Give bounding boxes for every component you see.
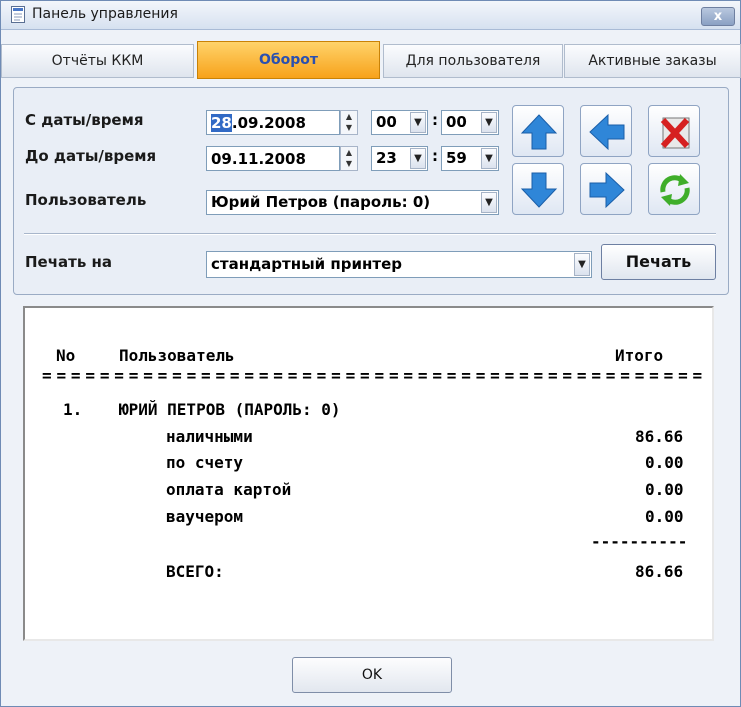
to-hour-value: 23: [376, 149, 397, 167]
to-minute-select[interactable]: 59 ▼: [441, 146, 499, 171]
to-minute-value: 59: [446, 149, 467, 167]
print-button[interactable]: Печать: [601, 244, 716, 280]
tab-active-orders[interactable]: Активные заказы: [564, 44, 741, 78]
from-date-spinner[interactable]: ▲ ▼: [340, 110, 358, 135]
from-minute-select[interactable]: 00 ▼: [441, 110, 499, 135]
arrow-left-icon: [589, 113, 625, 151]
tab-for-user[interactable]: Для пользователя: [383, 44, 563, 78]
divider: [24, 233, 716, 235]
arrow-down-icon: [520, 172, 558, 208]
report-row-user: ЮРИЙ ПЕТРОВ (ПАРОЛЬ: 0): [119, 400, 341, 419]
printer-value: стандартный принтер: [211, 255, 402, 273]
move-up-button[interactable]: [512, 105, 564, 157]
tab-label: Оборот: [258, 52, 319, 68]
chevron-down-icon[interactable]: ▼: [574, 253, 590, 276]
delete-icon: [660, 117, 690, 149]
move-left-button[interactable]: [580, 105, 632, 157]
ok-button[interactable]: OK: [292, 657, 452, 693]
delete-button[interactable]: [648, 105, 700, 157]
chevron-down-icon[interactable]: ▼: [410, 148, 426, 169]
report-line-label: по счету: [166, 453, 244, 472]
report-view[interactable]: No Пользователь Итого ==================…: [23, 306, 714, 641]
tab-label: Для пользователя: [405, 53, 541, 69]
arrow-up-icon: [520, 114, 558, 150]
print-on-label: Печать на: [25, 253, 113, 271]
report-header-total: Итого: [615, 346, 664, 365]
chevron-down-icon[interactable]: ▼: [410, 112, 426, 133]
spin-up-icon[interactable]: ▲: [341, 147, 357, 158]
refresh-icon: [660, 174, 690, 206]
to-hour-select[interactable]: 23 ▼: [371, 146, 428, 171]
report-header-no: No: [56, 346, 76, 365]
tab-label: Отчёты ККМ: [51, 53, 144, 69]
report-line-value: 0.00: [645, 480, 684, 499]
report-line-label: наличными: [166, 427, 253, 446]
time-colon: :: [432, 111, 438, 129]
ok-button-label: OK: [361, 667, 383, 683]
user-value: Юрий Петров (пароль: 0): [211, 193, 431, 211]
from-date-rest: .09.2008: [231, 114, 306, 132]
spin-up-icon[interactable]: ▲: [341, 111, 357, 122]
chevron-down-icon[interactable]: ▼: [481, 112, 497, 133]
report-row-number: 1.: [63, 400, 83, 419]
from-date-day: 28: [211, 114, 232, 132]
refresh-button[interactable]: [648, 163, 700, 215]
report-line-label: оплата картой: [166, 480, 292, 499]
chevron-down-icon[interactable]: ▼: [481, 192, 497, 213]
report-dashes: ----------: [591, 532, 688, 551]
from-hour-select[interactable]: 00 ▼: [371, 110, 428, 135]
tab-kkm-reports[interactable]: Отчёты ККМ: [1, 44, 194, 78]
title-bar: Панель управления x: [1, 1, 740, 30]
user-select[interactable]: Юрий Петров (пароль: 0) ▼: [206, 190, 499, 215]
report-line-label: ваучером: [166, 507, 244, 526]
report-separator: ========================================…: [42, 366, 707, 385]
tab-turnover[interactable]: Оборот: [197, 41, 380, 79]
from-date-field[interactable]: 28.09.2008: [206, 110, 340, 135]
window-title: Панель управления: [32, 6, 178, 22]
move-down-button[interactable]: [512, 163, 564, 215]
from-hour-value: 00: [376, 113, 397, 131]
spin-down-icon[interactable]: ▼: [341, 122, 357, 133]
report-line-value: 0.00: [645, 507, 684, 526]
user-label: Пользователь: [25, 191, 147, 209]
to-date-label: До даты/время: [25, 147, 157, 165]
report-total-label: ВСЕГО:: [166, 562, 224, 581]
close-button[interactable]: x: [701, 7, 735, 26]
report-total-value: 86.66: [635, 562, 684, 581]
report-line-value: 0.00: [645, 453, 684, 472]
window-icon: [11, 6, 25, 23]
control-panel-window: Панель управления x Отчёты ККМ Оборот Дл…: [0, 0, 741, 707]
move-right-button[interactable]: [580, 163, 632, 215]
arrow-right-icon: [589, 171, 625, 209]
from-minute-value: 00: [446, 113, 467, 131]
to-date-spinner[interactable]: ▲ ▼: [340, 146, 358, 171]
filter-panel: С даты/время 28.09.2008 ▲ ▼ 00 ▼ : 00 ▼ Д…: [13, 87, 729, 295]
to-date-value: 09.11.2008: [211, 150, 306, 168]
chevron-down-icon[interactable]: ▼: [481, 148, 497, 169]
report-header-user: Пользователь: [119, 346, 235, 365]
printer-select[interactable]: стандартный принтер ▼: [206, 251, 592, 278]
tab-label: Активные заказы: [588, 53, 717, 69]
tab-bar: Отчёты ККМ Оборот Для пользователя Актив…: [1, 41, 741, 79]
close-icon: x: [713, 9, 723, 24]
time-colon: :: [432, 147, 438, 165]
spin-down-icon[interactable]: ▼: [341, 158, 357, 169]
to-date-field[interactable]: 09.11.2008: [206, 146, 340, 171]
from-date-label: С даты/время: [25, 111, 144, 129]
report-line-value: 86.66: [635, 427, 684, 446]
print-button-label: Печать: [625, 252, 692, 271]
